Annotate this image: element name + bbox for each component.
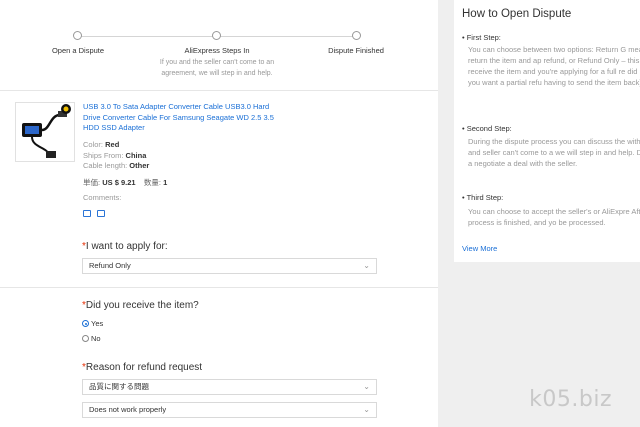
dispute-form-panel: Open a Dispute AliExpress Steps In Dispu…: [0, 0, 438, 427]
received-yes-label: Yes: [91, 319, 104, 328]
site-watermark: k05.biz: [529, 387, 612, 412]
refund-reason-detail-value: Does not work properly: [89, 405, 167, 414]
section-divider: [0, 90, 438, 91]
step-2-label: AliExpress Steps In: [184, 46, 250, 55]
dispute-guide-panel: How to Open Dispute • First Step: You ca…: [454, 0, 640, 262]
apply-for-text: I want to apply for:: [85, 241, 168, 252]
qty-label: 数量:: [143, 178, 161, 187]
cable-value: Other: [129, 161, 150, 170]
received-yes-option[interactable]: Yes: [82, 319, 103, 328]
first-step-label: • First Step:: [462, 33, 501, 42]
second-step-label: • Second Step:: [462, 124, 512, 133]
section-divider: [0, 287, 438, 288]
apply-for-value: Refund Only: [89, 261, 131, 270]
comments-label: Comments:: [83, 193, 122, 202]
refund-reason-text: Reason for refund request: [85, 362, 203, 373]
product-color: Color: Red: [83, 140, 119, 149]
received-no-label: No: [91, 334, 101, 343]
guide-title: How to Open Dispute: [462, 8, 572, 20]
apply-for-select[interactable]: Refund Only ⌄: [82, 258, 377, 274]
chevron-down-icon: ⌄: [363, 405, 370, 414]
refund-reason-select[interactable]: 品質に関する問題 ⌄: [82, 379, 377, 395]
step-2-note: If you and the seller can't come to an a…: [159, 59, 275, 77]
third-step-text: You can choose to accept the seller's or…: [468, 207, 640, 227]
radio-selected[interactable]: [82, 320, 89, 327]
ships-label: Ships From:: [83, 151, 124, 160]
product-ships-from: Ships From: China: [83, 151, 146, 160]
product-image[interactable]: [15, 102, 75, 162]
view-more-link[interactable]: View More: [462, 244, 497, 253]
price-label: 単価:: [83, 178, 101, 187]
first-step-text: You can choose between two options: Retu…: [468, 45, 640, 87]
step-3-dot: [352, 31, 361, 40]
third-step-label: • Third Step:: [462, 193, 504, 202]
cable-label: Cable length:: [83, 161, 128, 170]
color-label: Color:: [83, 140, 104, 149]
color-value: Red: [105, 140, 120, 149]
chevron-down-icon: ⌄: [363, 261, 370, 270]
received-item-text: Did you receive the item?: [85, 300, 199, 311]
step-3-label: Dispute Finished: [328, 46, 384, 55]
save-icon[interactable]: [83, 210, 91, 217]
second-step-text: During the dispute process you can discu…: [468, 137, 640, 168]
refund-reason-detail-select[interactable]: Does not work properly ⌄: [82, 402, 377, 418]
image-icon[interactable]: [97, 210, 105, 217]
price-value: US $ 9.21: [102, 178, 136, 187]
received-item-label: *Did you receive the item?: [82, 300, 199, 311]
refund-reason-value: 品質に関する問題: [89, 382, 149, 391]
step-2-dot: [212, 31, 221, 40]
adapter-cable-image: [22, 104, 71, 158]
product-cable-length: Cable length: Other: [83, 161, 149, 170]
qty-value: 1: [163, 178, 168, 187]
ships-value: China: [125, 151, 147, 160]
received-no-option[interactable]: No: [82, 334, 101, 343]
chevron-down-icon: ⌄: [363, 382, 370, 391]
radio-unselected[interactable]: [82, 335, 89, 342]
price-quantity-row: 単価: US $ 9.21 数量: 1: [83, 177, 167, 188]
step-1-label: Open a Dispute: [51, 46, 105, 55]
apply-for-label: *I want to apply for:: [82, 241, 168, 252]
refund-reason-label: *Reason for refund request: [82, 362, 202, 373]
product-title-link[interactable]: USB 3.0 To Sata Adapter Converter Cable …: [83, 102, 275, 134]
step-1-dot: [73, 31, 82, 40]
